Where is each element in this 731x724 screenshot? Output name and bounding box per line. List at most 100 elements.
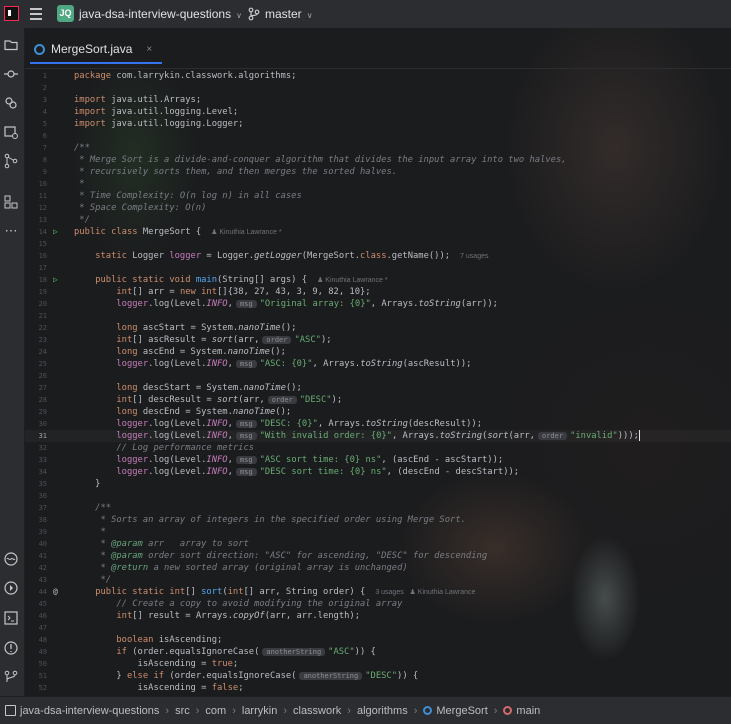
commit-icon[interactable] (2, 65, 20, 83)
code-line[interactable]: 11 * Time Complexity: O(n log n) in all … (25, 190, 731, 202)
code-line[interactable]: 15 (25, 238, 731, 250)
line-number[interactable]: 10 (25, 178, 47, 190)
line-number[interactable]: 50 (25, 658, 47, 670)
project-folder-icon[interactable] (2, 36, 20, 54)
line-number[interactable]: 40 (25, 538, 47, 550)
line-number[interactable]: 28 (25, 394, 47, 406)
branch-selector[interactable]: master ∨ (265, 7, 313, 21)
code-line[interactable]: 43 */ (25, 574, 731, 586)
code-line[interactable]: 3 import java.util.Arrays; (25, 94, 731, 106)
run-gutter-icon[interactable]: ▷ (53, 274, 63, 286)
line-number[interactable]: 21 (25, 310, 47, 322)
line-number[interactable]: 51 (25, 670, 47, 682)
code-line[interactable]: 5 import java.util.logging.Logger; (25, 118, 731, 130)
code-line[interactable]: 7 /** (25, 142, 731, 154)
version-control-icon[interactable] (2, 668, 20, 686)
line-number[interactable]: 8 (25, 154, 47, 166)
debug-icon[interactable] (2, 579, 20, 597)
code-line[interactable]: 42 * @return a new sorted array (origina… (25, 562, 731, 574)
code-editor[interactable]: 1 package com.larrykin.classwork.algorith… (25, 69, 731, 696)
code-line[interactable]: 38 * Sorts an array of integers in the s… (25, 514, 731, 526)
code-line[interactable]: 23 int[] ascResult = sort(arr, order "ASC"… (25, 334, 731, 346)
line-number[interactable]: 1 (25, 70, 47, 82)
line-number[interactable]: 46 (25, 610, 47, 622)
line-number[interactable]: 14 (25, 226, 47, 238)
code-line[interactable]: 47 (25, 622, 731, 634)
line-number[interactable]: 29 (25, 406, 47, 418)
annotation-gutter-icon[interactable]: @ (53, 586, 63, 598)
run-gutter-icon[interactable]: ▷ (53, 226, 63, 238)
code-line[interactable]: 36 (25, 490, 731, 502)
line-number[interactable]: 43 (25, 574, 47, 586)
code-vision-hint[interactable]: 7 usages (460, 253, 488, 260)
line-number[interactable]: 30 (25, 418, 47, 430)
line-number[interactable]: 31 (25, 430, 47, 442)
line-number[interactable]: 35 (25, 478, 47, 490)
line-number[interactable]: 17 (25, 262, 47, 274)
more-icon[interactable]: ⋯ (2, 222, 20, 240)
structure-icon[interactable] (2, 193, 20, 211)
line-number[interactable]: 38 (25, 514, 47, 526)
intellij-logo-icon[interactable] (4, 6, 19, 21)
code-line[interactable]: 49 if (order.equalsIgnoreCase(anotherStr… (25, 646, 731, 658)
code-line[interactable]: 33 logger.log(Level.INFO, msg "ASC sort ti… (25, 454, 731, 466)
code-line[interactable]: 21 (25, 310, 731, 322)
code-vision-hint[interactable]: 3 usages ♟ Kinuthia Lawrance (375, 589, 475, 596)
line-number[interactable]: 52 (25, 682, 47, 694)
line-number[interactable]: 33 (25, 454, 47, 466)
breadcrumb-src[interactable]: src (175, 705, 190, 717)
breadcrumb-com[interactable]: com (205, 705, 226, 717)
line-number[interactable]: 23 (25, 334, 47, 346)
code-line[interactable]: 12 * Space Complexity: O(n) (25, 202, 731, 214)
breadcrumb-main[interactable]: main (503, 705, 540, 717)
code-line[interactable]: 13 */ (25, 214, 731, 226)
line-number[interactable]: 11 (25, 190, 47, 202)
code-line[interactable]: 19 int[] arr = new int[]{38, 27, 43, 3, … (25, 286, 731, 298)
line-number[interactable]: 44 (25, 586, 47, 598)
code-vision-hint[interactable]: ♟ Kinuthia Lawrance * (317, 277, 387, 284)
line-number[interactable]: 12 (25, 202, 47, 214)
code-line[interactable]: 18 ▷ public static void main(String[] arg… (25, 274, 731, 286)
breadcrumb-algorithms[interactable]: algorithms (357, 705, 408, 717)
line-number[interactable]: 2 (25, 82, 47, 94)
code-line[interactable]: 1 package com.larrykin.classwork.algorith… (25, 70, 731, 82)
code-line[interactable]: 45 // Create a copy to avoid modifying t… (25, 598, 731, 610)
breadcrumb-classwork[interactable]: classwork (293, 705, 341, 717)
project-badge[interactable]: JQ (57, 5, 74, 22)
code-line[interactable]: 35 } (25, 478, 731, 490)
code-line[interactable]: 52 isAscending = false; (25, 682, 731, 694)
line-number[interactable]: 3 (25, 94, 47, 106)
terminal-icon[interactable] (2, 609, 20, 627)
line-number[interactable]: 27 (25, 382, 47, 394)
code-line[interactable]: 22 long ascStart = System.nanoTime(); (25, 322, 731, 334)
line-number[interactable]: 18 (25, 274, 47, 286)
line-number[interactable]: 5 (25, 118, 47, 130)
code-line[interactable]: 4 import java.util.logging.Level; (25, 106, 731, 118)
code-line[interactable]: 30 logger.log(Level.INFO, msg "DESC: {0}",… (25, 418, 731, 430)
code-line[interactable]: 34 logger.log(Level.INFO, msg "DESC sort t… (25, 466, 731, 478)
plugins-icon[interactable] (2, 94, 20, 112)
code-line[interactable]: 44 @ public static int[] sort(int[] arr, … (25, 586, 731, 598)
line-number[interactable]: 36 (25, 490, 47, 502)
code-line[interactable]: 9 * recursively sorts them, and then mer… (25, 166, 731, 178)
code-line[interactable]: 8 * Merge Sort is a divide-and-conquer a… (25, 154, 731, 166)
line-number[interactable]: 34 (25, 466, 47, 478)
close-icon[interactable]: × (146, 44, 152, 55)
code-line[interactable]: 2 (25, 82, 731, 94)
breadcrumb-mergesort[interactable]: MergeSort (423, 705, 488, 717)
code-line[interactable]: 26 (25, 370, 731, 382)
run-icon[interactable] (2, 550, 20, 568)
line-number[interactable]: 7 (25, 142, 47, 154)
code-line[interactable]: 16 static Logger logger = Logger.getLogg… (25, 250, 731, 262)
code-line[interactable]: 31 logger.log(Level.INFO, msg "With invali… (25, 430, 731, 442)
line-number[interactable]: 42 (25, 562, 47, 574)
code-line[interactable]: 32 // Log performance metrics (25, 442, 731, 454)
line-number[interactable]: 41 (25, 550, 47, 562)
line-number[interactable]: 26 (25, 370, 47, 382)
line-number[interactable]: 49 (25, 646, 47, 658)
line-number[interactable]: 13 (25, 214, 47, 226)
tab-mergesort-java[interactable]: MergeSort.java × (30, 36, 163, 64)
line-number[interactable]: 39 (25, 526, 47, 538)
line-number[interactable]: 4 (25, 106, 47, 118)
code-line[interactable]: 39 * (25, 526, 731, 538)
